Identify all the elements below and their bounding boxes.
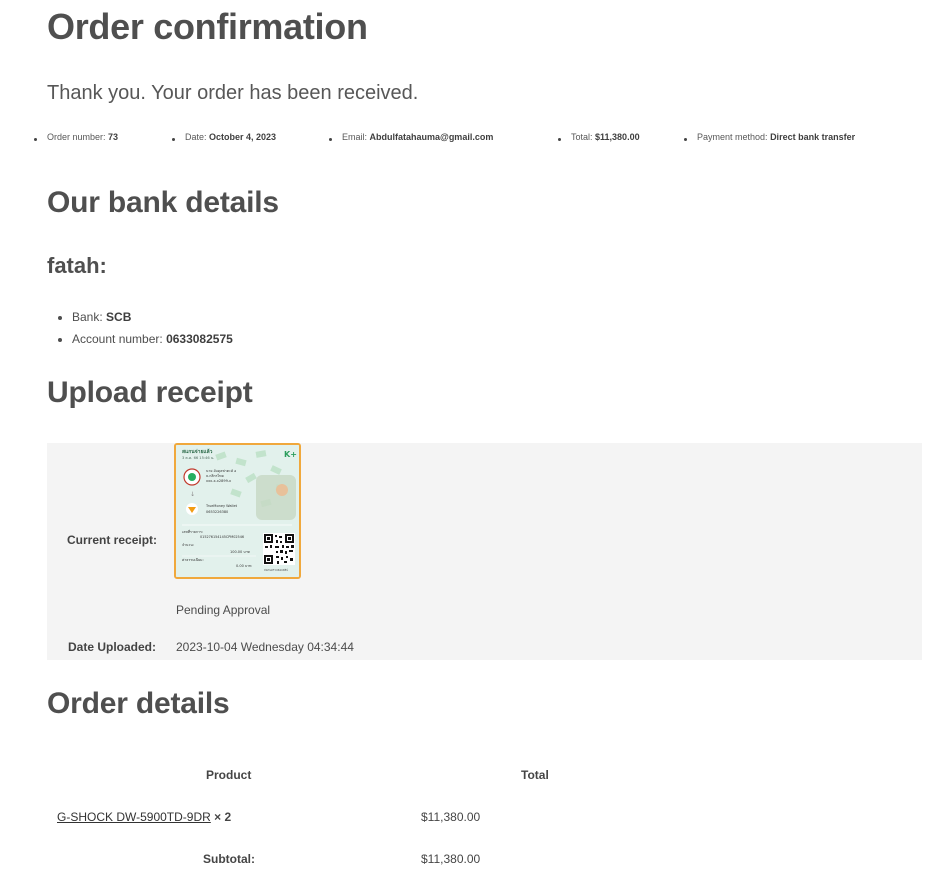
current-receipt-label: Current receipt:: [67, 533, 158, 547]
order-number-value: 73: [108, 132, 119, 142]
receipt-title-text: สแกนจ่ายแล้ว: [182, 448, 213, 455]
column-header-product: Product: [206, 768, 252, 782]
order-date-label: Date:: [185, 132, 207, 142]
order-total-label: Total:: [571, 132, 593, 142]
receipt-thumbnail[interactable]: สแกนจ่ายแล้ว 3 ต.ค. 66 15:46 น. K+ นาย อ…: [174, 443, 301, 579]
payment-method-item: Payment method: Direct bank transfer: [683, 132, 856, 142]
order-total-item: Total: $11,380.00: [558, 132, 640, 142]
receipt-qr-code: [263, 533, 295, 565]
bank-name-label: Bank:: [72, 310, 103, 324]
order-date-item: Date: October 4, 2023: [171, 132, 277, 142]
order-details-heading: Order details: [47, 687, 230, 720]
bank-name-value: SCB: [106, 310, 132, 324]
receipt-amount-label: จำนวน:: [182, 543, 194, 547]
svg-text:↓: ↓: [190, 491, 195, 498]
receipt-amount-value: 100.00 บาท: [230, 550, 251, 554]
bank-name-item: Bank: SCB: [72, 306, 233, 328]
receipt-brand-text: K+: [284, 450, 297, 459]
date-uploaded-label: Date Uploaded:: [68, 640, 157, 654]
order-total-value: $11,380.00: [595, 132, 640, 142]
receipt-sender-bank: ธ.กสิกรไทย: [206, 473, 224, 478]
receipt-status: Pending Approval: [176, 603, 271, 617]
page-title: Order confirmation: [47, 6, 368, 47]
bank-details-heading: Our bank details: [47, 186, 279, 219]
receipt-panel: Current receipt: สแกนจ่ายแล้ว 3 ต.ค. 66 …: [47, 443, 922, 660]
receipt-sender-acct: xxx-x-x2899-x: [206, 479, 231, 483]
receipt-recipient-name: TrueMoney Wallet: [205, 504, 238, 508]
account-number-value: 0633082575: [166, 332, 233, 346]
account-number-label: Account number:: [72, 332, 163, 346]
order-number-label: Order number:: [47, 132, 106, 142]
order-item-total: $11,380.00: [421, 810, 481, 824]
receipt-qr-caption: สแกนตรวจสอบสลิป: [264, 568, 288, 572]
receipt-fee-value: 0.00 บาท: [236, 564, 252, 568]
receipt-datetime-text: 3 ต.ค. 66 15:46 น.: [182, 456, 214, 460]
receipt-fee-label: ค่าธรรมเนียม:: [182, 557, 204, 562]
product-link[interactable]: G-SHOCK DW-5900TD-9DR: [57, 810, 211, 824]
receipt-recipient-acct: 0653226380: [206, 510, 228, 514]
date-uploaded-value: 2023-10-04 Wednesday 04:34:44: [176, 640, 354, 654]
thank-you-message: Thank you. Your order has been received.: [47, 82, 419, 104]
order-overview: Order number: 73 Date: October 4, 2023 E…: [0, 132, 932, 148]
payment-method-value: Direct bank transfer: [770, 132, 856, 142]
account-number-item: Account number: 0633082575: [72, 328, 233, 350]
order-email-value: Abdulfatahauma@gmail.com: [369, 132, 494, 142]
receipt-ref-value: 015276154145CPM02546: [200, 535, 244, 539]
receipt-slip-image: สแกนจ่ายแล้ว 3 ต.ค. 66 15:46 น. K+ นาย อ…: [176, 445, 299, 577]
receipt-ref-label: เลขที่รายการ:: [182, 529, 203, 534]
bank-details-list: Bank: SCB Account number: 0633082575: [47, 306, 233, 350]
upload-receipt-heading: Upload receipt: [47, 376, 253, 409]
product-quantity: × 2: [214, 810, 232, 824]
order-email-item: Email: Abdulfatahauma@gmail.com: [328, 132, 494, 142]
column-header-total: Total: [521, 768, 549, 782]
order-item-product: G-SHOCK DW-5900TD-9DR × 2: [57, 810, 231, 824]
bank-account-name: fatah:: [47, 253, 107, 278]
order-email-label: Email:: [342, 132, 368, 142]
order-date-value: October 4, 2023: [209, 132, 277, 142]
subtotal-value: $11,380.00: [421, 852, 481, 866]
subtotal-label: Subtotal:: [203, 852, 255, 866]
payment-method-label: Payment method:: [697, 132, 768, 142]
order-number-item: Order number: 73: [33, 132, 119, 142]
